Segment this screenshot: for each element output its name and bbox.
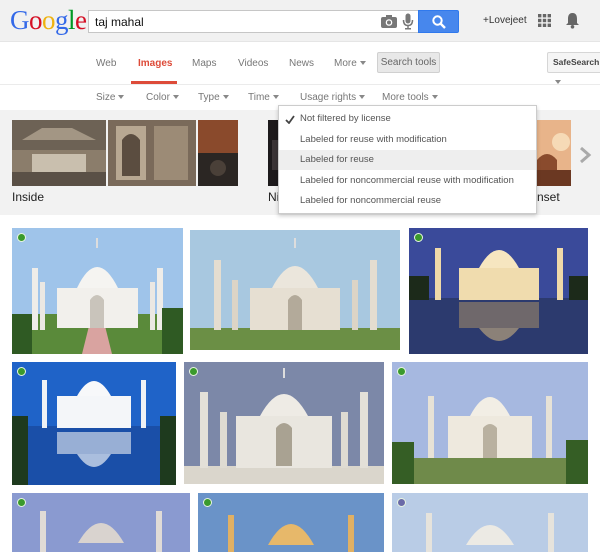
logo-letter: e	[75, 5, 87, 35]
license-badge-icon	[17, 367, 26, 376]
notifications-bell-icon[interactable]	[565, 12, 580, 29]
chevron-down-icon	[118, 95, 125, 100]
google-logo[interactable]: Google	[10, 6, 87, 34]
menu-item-label: Labeled for noncommercial reuse	[300, 195, 441, 206]
tab-more-label: More	[334, 58, 357, 69]
menu-item-reuse-with-modification[interactable]: Labeled for reuse with modification	[279, 130, 536, 150]
related-thumb-inside-2[interactable]	[108, 120, 196, 186]
safesearch-label: SafeSearch	[553, 57, 600, 67]
image-result[interactable]	[198, 493, 384, 552]
user-profile-link[interactable]: +Lovejeet	[483, 15, 527, 26]
logo-letter: o	[29, 5, 43, 35]
license-badge-icon	[17, 498, 26, 507]
search-icon	[432, 15, 446, 29]
chevron-right-icon[interactable]	[578, 146, 592, 164]
menu-item-reuse[interactable]: Labeled for reuse	[279, 150, 536, 170]
license-badge-icon	[17, 233, 26, 242]
camera-icon[interactable]	[380, 14, 398, 29]
image-result[interactable]	[392, 493, 588, 552]
license-badge-icon	[189, 367, 198, 376]
chevron-down-icon	[222, 95, 229, 100]
filter-time-label: Time	[248, 92, 270, 103]
logo-letter: l	[68, 5, 76, 35]
image-result[interactable]	[184, 362, 384, 484]
image-result[interactable]	[392, 362, 588, 484]
menu-item-noncommercial-with-modification[interactable]: Labeled for noncommercial reuse with mod…	[279, 171, 536, 191]
tab-maps[interactable]: Maps	[192, 58, 216, 69]
related-label-inside[interactable]: Inside	[12, 190, 44, 204]
filter-size-label: Size	[96, 92, 116, 103]
safesearch-button[interactable]: SafeSearch	[547, 52, 600, 84]
active-tab-indicator	[131, 81, 177, 84]
logo-letter: G	[10, 5, 30, 35]
menu-item-label: Labeled for noncommercial reuse with mod…	[300, 175, 514, 186]
top-bar: Google taj mahal +Lovejeet	[0, 0, 600, 42]
chevron-down-icon	[431, 95, 438, 100]
filter-more-tools[interactable]: More tools	[382, 92, 438, 103]
related-thumb-inside-3[interactable]	[198, 120, 238, 186]
filter-type-label: Type	[198, 92, 220, 103]
filter-color-label: Color	[146, 92, 170, 103]
filter-time[interactable]: Time	[248, 92, 279, 103]
menu-item-label: Labeled for reuse with modification	[300, 134, 447, 145]
search-tools-button[interactable]: Search tools	[377, 52, 440, 73]
license-badge-icon	[397, 367, 406, 376]
menu-item-not-filtered[interactable]: Not filtered by license	[279, 109, 536, 129]
filter-usage-rights-label: Usage rights	[300, 92, 357, 103]
related-thumb-inside-1[interactable]	[12, 120, 106, 186]
chevron-down-icon	[555, 79, 561, 84]
search-button[interactable]	[418, 10, 459, 33]
search-nav-tabs: Web Images Maps Videos News More Search …	[0, 43, 600, 85]
license-badge-icon	[203, 498, 212, 507]
related-thumb-sunset[interactable]	[537, 120, 571, 186]
search-query[interactable]: taj mahal	[95, 15, 144, 29]
filter-usage-rights[interactable]: Usage rights	[300, 92, 366, 103]
tab-more[interactable]: More	[334, 58, 366, 69]
microphone-icon[interactable]	[402, 13, 414, 30]
tab-web[interactable]: Web	[96, 58, 116, 69]
logo-letter: g	[55, 5, 69, 35]
tab-news[interactable]: News	[289, 58, 314, 69]
chevron-down-icon	[359, 95, 366, 100]
checkmark-icon	[285, 115, 295, 124]
image-result[interactable]	[12, 362, 176, 485]
chevron-down-icon	[172, 95, 179, 100]
filter-type[interactable]: Type	[198, 92, 229, 103]
menu-item-label: Not filtered by license	[300, 113, 391, 124]
chevron-down-icon	[359, 61, 366, 66]
logo-letter: o	[42, 5, 56, 35]
menu-item-noncommercial-reuse[interactable]: Labeled for noncommercial reuse	[279, 191, 536, 211]
menu-item-label: Labeled for reuse	[300, 154, 374, 165]
license-badge-icon	[397, 498, 406, 507]
tab-images[interactable]: Images	[138, 58, 172, 69]
filter-color[interactable]: Color	[146, 92, 179, 103]
image-result[interactable]	[190, 230, 400, 350]
chevron-down-icon	[272, 95, 279, 100]
license-badge-icon	[414, 233, 423, 242]
related-label-sunset[interactable]: nset	[537, 190, 560, 204]
image-result[interactable]	[12, 493, 190, 552]
usage-rights-menu: Not filtered by license Labeled for reus…	[278, 105, 537, 214]
filter-size[interactable]: Size	[96, 92, 125, 103]
search-input[interactable]: taj mahal	[88, 10, 418, 33]
image-result[interactable]	[12, 228, 183, 354]
image-result[interactable]	[409, 228, 588, 354]
tab-videos[interactable]: Videos	[238, 58, 268, 69]
filter-more-tools-label: More tools	[382, 92, 429, 103]
apps-grid-icon[interactable]	[538, 14, 551, 27]
